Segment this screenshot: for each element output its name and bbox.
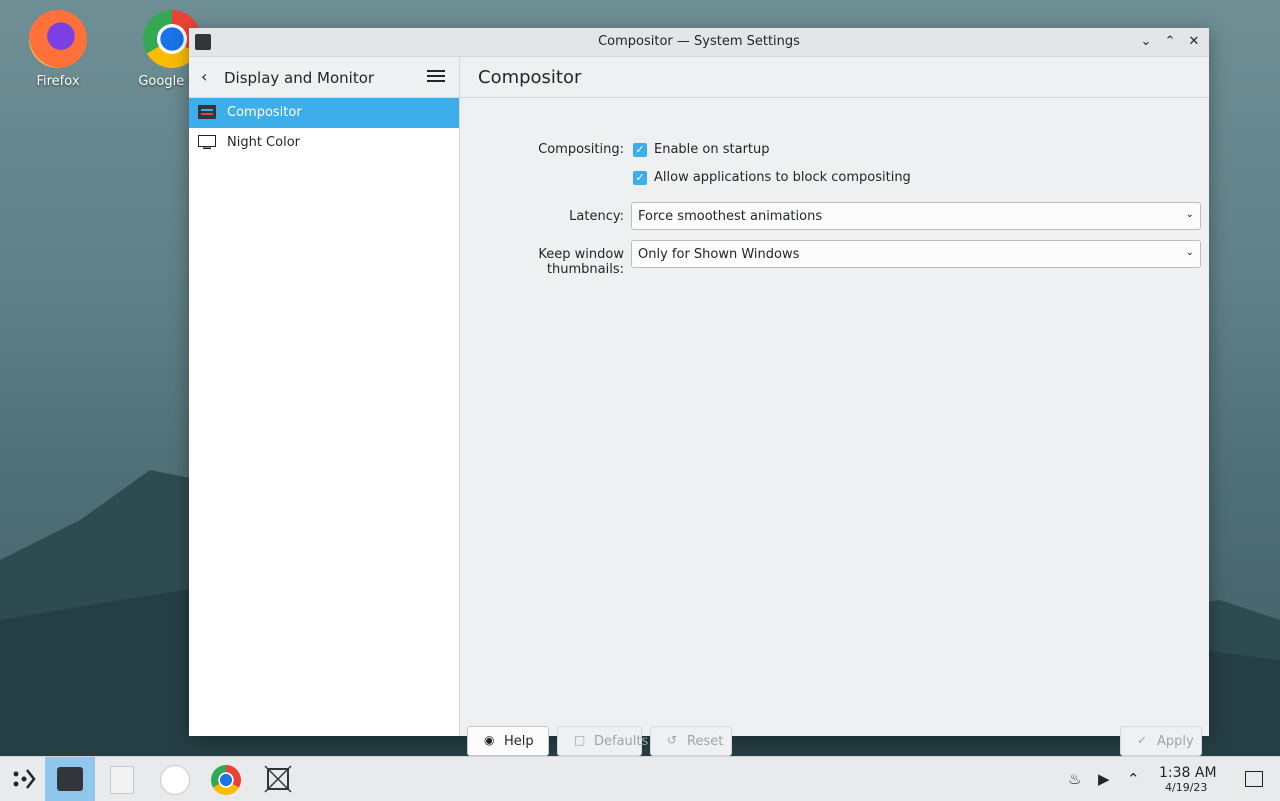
help-button[interactable]: ◉ Help [467, 726, 549, 756]
tray-expand-chevron-icon[interactable]: ⌃ [1127, 770, 1140, 788]
clock-time[interactable]: 1:38 AM [1159, 765, 1217, 781]
page-title: Compositor [478, 67, 582, 88]
app-launcher[interactable] [0, 757, 50, 801]
task-discover[interactable] [149, 757, 199, 801]
keep-thumbnails-dropdown[interactable]: Only for Shown Windows ⌄ [631, 240, 1201, 268]
latency-dropdown[interactable]: Force smoothest animations ⌄ [631, 202, 1201, 230]
allow-block-compositing-checkbox[interactable]: ✓ [633, 171, 647, 185]
chevron-down-icon: ⌄ [1185, 247, 1194, 258]
enable-on-startup-checkbox[interactable]: ✓ [633, 143, 647, 157]
monitor-icon [198, 135, 216, 149]
enable-on-startup-label[interactable]: Enable on startup [654, 142, 770, 157]
discover-icon [160, 765, 190, 795]
task-system-settings[interactable] [45, 757, 95, 801]
undo-icon: ↺ [667, 733, 678, 747]
help-icon: ◉ [484, 733, 495, 747]
notifications-bell-icon[interactable]: ♨ [1068, 770, 1081, 788]
task-window-tool[interactable] [253, 757, 303, 801]
hamburger-menu-icon[interactable] [427, 67, 445, 85]
task-file-manager[interactable] [97, 757, 147, 801]
clock-date[interactable]: 4/19/23 [1165, 781, 1207, 794]
latency-selected-value: Force smoothest animations [638, 209, 823, 224]
content-panel: Compositor Compositing: ✓ Enable on star… [460, 57, 1209, 756]
file-icon [110, 766, 134, 794]
apply-button[interactable]: ✓ Apply [1120, 726, 1202, 756]
chrome-icon [211, 765, 241, 795]
system-settings-window: Compositor — System Settings ⌄ ⌃ ✕ ‹ Dis… [189, 28, 1209, 756]
sidebar-item-night-color[interactable]: Night Color [189, 128, 459, 158]
show-desktop-icon[interactable] [1245, 771, 1263, 787]
sidebar: ‹ Display and Monitor Compositor Night C… [189, 57, 460, 736]
desktop-icon-label: Firefox [36, 74, 80, 89]
window-titlebar[interactable]: Compositor — System Settings ⌄ ⌃ ✕ [189, 28, 1209, 57]
latency-label: Latency: [569, 209, 624, 224]
close-icon[interactable]: ✕ [1184, 32, 1204, 52]
maximize-icon[interactable]: ⌃ [1160, 32, 1180, 52]
checkmark-icon: ✓ [1137, 733, 1148, 747]
media-play-icon[interactable]: ▶ [1098, 770, 1110, 788]
defaults-button[interactable]: □ Defaults [557, 726, 648, 756]
chevron-down-icon: ⌄ [1185, 209, 1194, 220]
window-title: Compositor — System Settings [598, 34, 800, 49]
sidebar-back-label[interactable]: Display and Monitor [224, 69, 374, 87]
compositing-label: Compositing: [538, 142, 624, 157]
window-tool-icon [264, 765, 292, 793]
sidebar-header: ‹ Display and Monitor [189, 57, 459, 98]
system-settings-icon [57, 767, 83, 791]
firefox-icon [29, 10, 87, 68]
defaults-icon: □ [574, 733, 586, 747]
keep-thumbnails-label: Keep window thumbnails: [538, 247, 624, 277]
thumbnails-selected-value: Only for Shown Windows [638, 247, 800, 262]
sidebar-item-label: Compositor [227, 105, 302, 120]
taskbar: ♨ ▶ ⌃ 1:38 AM 4/19/23 [0, 756, 1280, 801]
allow-block-compositing-label[interactable]: Allow applications to block compositing [654, 170, 911, 185]
sidebar-item-compositor[interactable]: Compositor [189, 98, 459, 128]
sidebar-item-label: Night Color [227, 135, 300, 150]
desktop-icon-firefox[interactable]: Firefox [8, 10, 108, 89]
back-arrow-icon[interactable]: ‹ [201, 67, 207, 86]
launcher-icon [13, 769, 36, 789]
minimize-icon[interactable]: ⌄ [1136, 32, 1156, 52]
reset-button[interactable]: ↺ Reset [650, 726, 732, 756]
task-chrome[interactable] [201, 757, 251, 801]
compositor-icon [198, 105, 216, 119]
